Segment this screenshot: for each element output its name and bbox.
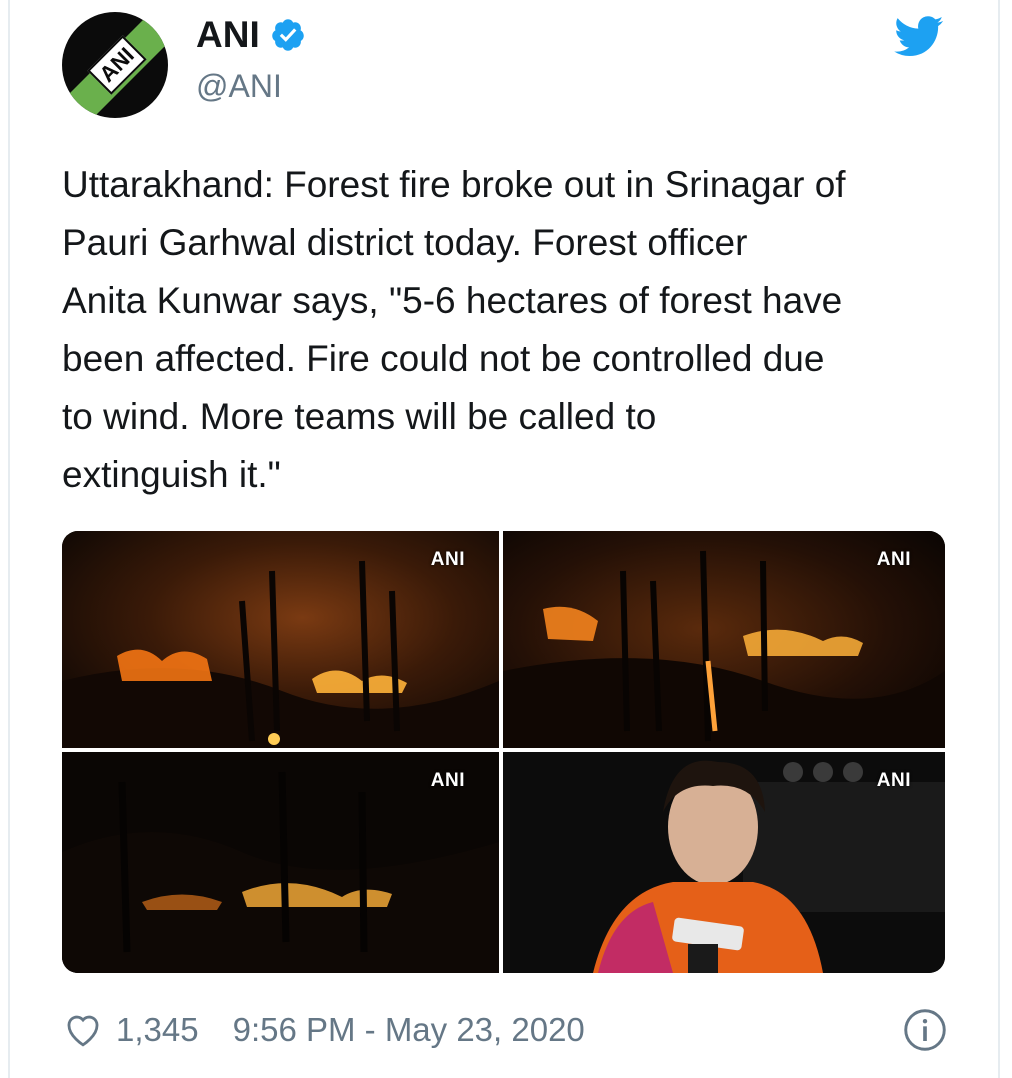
tweet-timestamp[interactable]: 9:56 PM - May 23, 2020 [233,1011,585,1049]
twitter-bird-icon[interactable] [894,16,944,58]
heart-icon[interactable] [62,1009,104,1051]
account-name[interactable]: ANI [196,14,260,56]
avatar[interactable]: ANI [62,12,168,118]
ani-watermark: ANI [430,770,465,791]
account-name-row[interactable]: ANI [196,14,306,56]
photo-forest-fire-2[interactable]: ANI [503,531,945,748]
like-count[interactable]: 1,345 [116,1011,199,1049]
verified-badge-icon [271,19,304,51]
frame-border-right [998,0,1000,1078]
ani-watermark: ANI [876,770,911,791]
tweet-text-line: Uttarakhand: Forest fire broke out in Sr… [62,164,846,205]
photo-forest-fire-3[interactable]: ANI [62,752,499,973]
tweet-text-line: been affected. Fire could not be control… [62,338,825,379]
tweet-text-line: to wind. More teams will be called to [62,396,657,437]
info-icon[interactable] [903,1008,947,1052]
tweet-text-line: Pauri Garhwal district today. Forest off… [62,222,748,263]
media-grid: ANI ANI ANI ANI [62,531,945,973]
photo-forest-fire-1[interactable]: ANI [62,531,499,748]
tweet-footer: 1,345 9:56 PM - May 23, 2020 [62,1006,947,1054]
account-handle[interactable]: @ANI [196,68,282,105]
photo-forest-officer[interactable]: ANI [503,752,945,973]
tweet-text: Uttarakhand: Forest fire broke out in Sr… [62,156,962,504]
tweet-text-line: Anita Kunwar says, "5-6 hectares of fore… [62,280,843,321]
tweet-text-line: extinguish it." [62,454,281,495]
frame-border-left [8,0,10,1078]
ani-watermark: ANI [876,549,911,570]
ani-watermark: ANI [430,549,465,570]
